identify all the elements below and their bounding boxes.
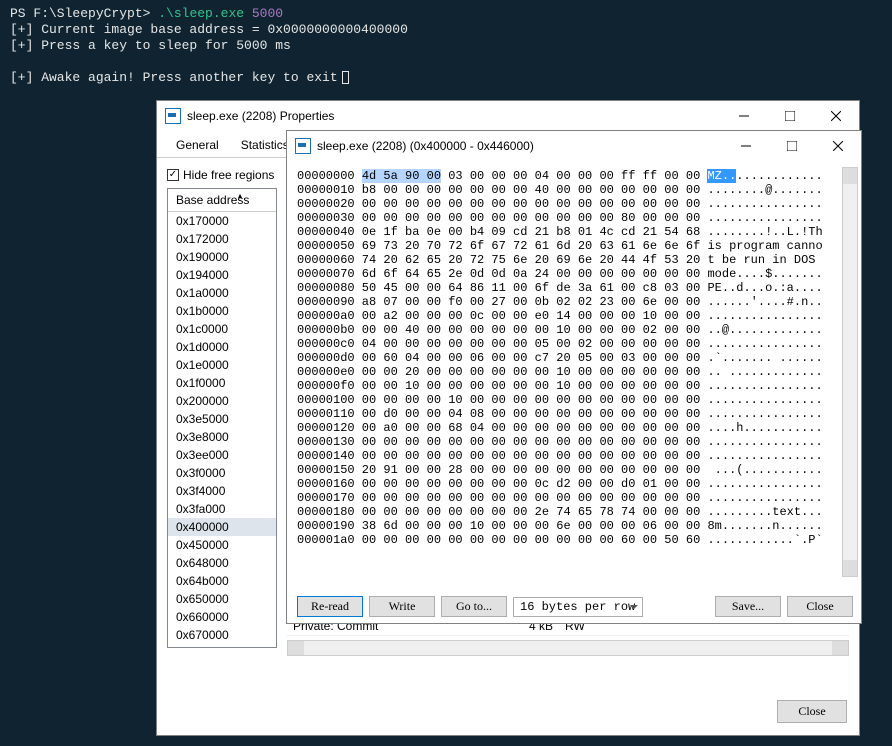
terminal-line: [+] Current image base address = 0x00000… [10, 22, 882, 38]
command-arg: 5000 [252, 6, 283, 21]
maximize-button[interactable] [767, 101, 813, 131]
close-button-footer[interactable]: Close [777, 700, 847, 723]
app-icon [165, 108, 181, 124]
terminal-line: [+] Press a key to sleep for 5000 ms [10, 38, 882, 54]
vertical-scrollbar[interactable] [842, 167, 858, 577]
list-item[interactable]: 0x1d0000 [168, 338, 276, 356]
prompt: PS F:\SleepyCrypt> [10, 6, 158, 21]
minimize-button[interactable] [721, 101, 767, 131]
list-item[interactable]: 0x194000 [168, 266, 276, 284]
terminal: PS F:\SleepyCrypt> .\sleep.exe 5000 [+] … [0, 0, 892, 92]
list-item[interactable]: 0x190000 [168, 248, 276, 266]
list-item[interactable]: 0x3fa000 [168, 500, 276, 518]
titlebar[interactable]: sleep.exe (2208) Properties [157, 101, 859, 131]
app-icon [295, 138, 311, 154]
bytes-per-row-select[interactable]: 16 bytes per row [513, 597, 643, 617]
list-item[interactable]: 0x64b000 [168, 572, 276, 590]
hex-dump[interactable]: 00000000 4d 5a 90 00 03 00 00 00 04 00 0… [297, 169, 853, 590]
titlebar[interactable]: sleep.exe (2208) (0x400000 - 0x446000) [287, 131, 861, 161]
window-title: sleep.exe (2208) (0x400000 - 0x446000) [317, 139, 723, 153]
list-item[interactable]: 0x670000 [168, 626, 276, 644]
terminal-line: [+] Awake again! Press another key to ex… [10, 70, 338, 85]
close-button[interactable] [815, 131, 861, 161]
list-item[interactable]: 0x3f0000 [168, 464, 276, 482]
list-item[interactable]: 0x170000 [168, 212, 276, 230]
hide-free-checkbox[interactable]: ✓ [167, 169, 179, 181]
save-button[interactable]: Save... [715, 596, 781, 617]
list-item[interactable]: 0x1c0000 [168, 320, 276, 338]
horizontal-scrollbar[interactable] [287, 640, 849, 656]
reread-button[interactable]: Re-read [297, 596, 363, 617]
list-item[interactable]: 0x3e8000 [168, 428, 276, 446]
hide-free-label: Hide free regions [183, 168, 274, 182]
list-item[interactable]: 0x1a0000 [168, 284, 276, 302]
sort-indicator-icon: ▴ [238, 191, 242, 200]
tab-general[interactable]: General [165, 131, 230, 157]
maximize-button[interactable] [769, 131, 815, 161]
list-item[interactable]: 0x3e5000 [168, 410, 276, 428]
cursor [342, 71, 349, 84]
list-item[interactable]: 0x650000 [168, 590, 276, 608]
list-item[interactable]: 0x3f4000 [168, 482, 276, 500]
address-list[interactable]: Base address ▴ 0x1700000x1720000x1900000… [167, 188, 277, 648]
list-item[interactable]: 0x660000 [168, 608, 276, 626]
list-item[interactable]: 0x1b0000 [168, 302, 276, 320]
command: .\sleep.exe [158, 6, 244, 21]
write-button[interactable]: Write [369, 596, 435, 617]
list-item[interactable]: 0x400000 [168, 518, 276, 536]
list-item[interactable]: 0x172000 [168, 230, 276, 248]
list-header[interactable]: Base address ▴ [168, 189, 276, 212]
window-title: sleep.exe (2208) Properties [187, 109, 721, 123]
goto-button[interactable]: Go to... [441, 596, 507, 617]
list-item[interactable]: 0x450000 [168, 536, 276, 554]
list-item[interactable]: 0x680000 [168, 644, 276, 648]
close-button[interactable] [813, 101, 859, 131]
memory-viewer-window: sleep.exe (2208) (0x400000 - 0x446000) 0… [286, 130, 862, 624]
close-button-footer[interactable]: Close [787, 596, 853, 617]
list-item[interactable]: 0x1f0000 [168, 374, 276, 392]
list-item[interactable]: 0x3ee000 [168, 446, 276, 464]
list-item[interactable]: 0x648000 [168, 554, 276, 572]
list-item[interactable]: 0x200000 [168, 392, 276, 410]
list-item[interactable]: 0x1e0000 [168, 356, 276, 374]
minimize-button[interactable] [723, 131, 769, 161]
